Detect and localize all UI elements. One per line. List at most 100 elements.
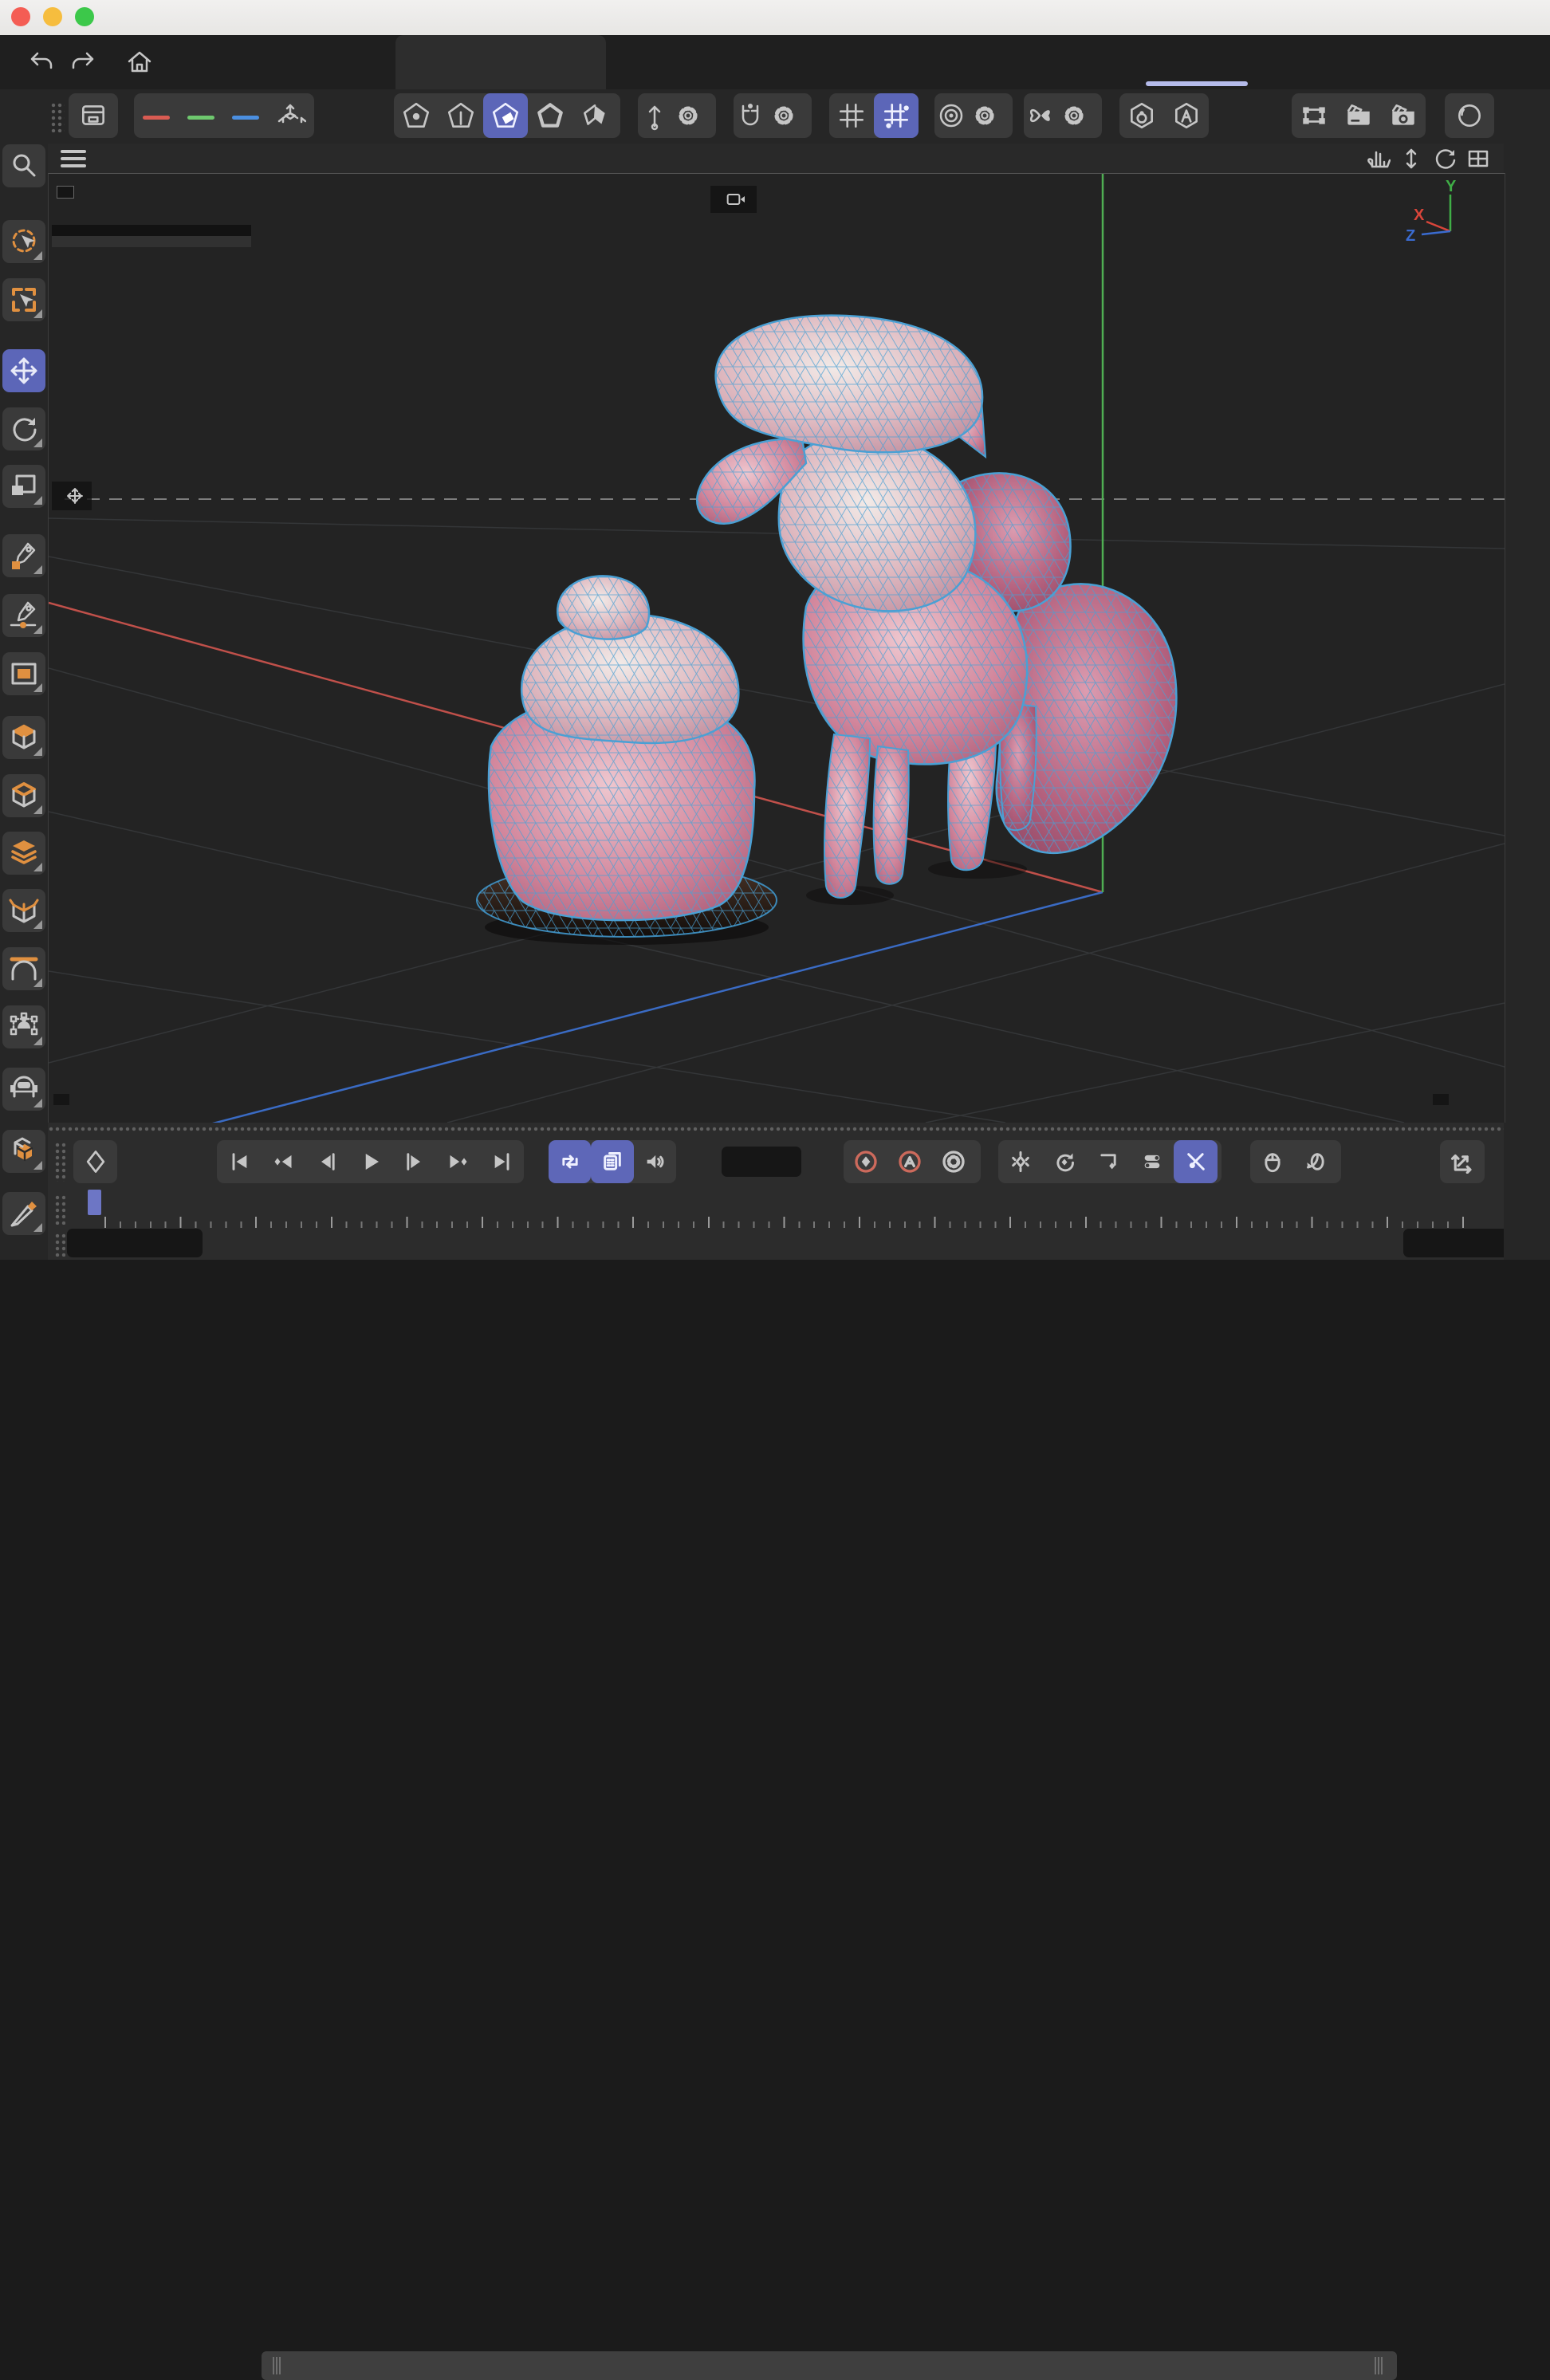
texture-mode-button[interactable] — [572, 93, 617, 138]
open-cube-tool[interactable] — [2, 889, 45, 932]
close-window-button[interactable] — [11, 7, 30, 26]
brush-tool[interactable] — [2, 1068, 45, 1111]
undo-icon[interactable] — [27, 49, 56, 75]
workplane-snap-button[interactable] — [874, 93, 919, 138]
snap-toggle-button[interactable] — [734, 93, 767, 138]
loop-group — [549, 1140, 676, 1183]
move-tool[interactable] — [2, 349, 45, 392]
home-icon[interactable] — [126, 49, 153, 75]
redo-icon[interactable] — [69, 49, 97, 75]
rectangle-selection-tool[interactable] — [2, 278, 45, 321]
snap-settings-button[interactable] — [767, 93, 801, 138]
extrude-tool[interactable] — [2, 716, 45, 759]
pan-hand-icon[interactable] — [1365, 148, 1391, 170]
viewport-3d[interactable]: Y X Z — [48, 173, 1505, 1123]
camera-label[interactable] — [710, 186, 757, 213]
key-parameter-button[interactable] — [1130, 1140, 1174, 1183]
range-left-grip[interactable] — [273, 2357, 281, 2374]
axis-modify-settings-button[interactable] — [671, 93, 705, 138]
save-button[interactable] — [69, 93, 118, 138]
render-view-button[interactable] — [1292, 93, 1336, 138]
axis-lock-x[interactable] — [134, 93, 179, 138]
knife-tool[interactable] — [2, 1192, 45, 1235]
target-button[interactable] — [934, 93, 968, 138]
previous-key-button[interactable] — [261, 1140, 305, 1183]
mouse-orbit-button[interactable] — [1294, 1140, 1338, 1183]
cake-model[interactable] — [477, 576, 777, 937]
point-mode-button[interactable] — [394, 93, 439, 138]
render-sphere-button[interactable] — [1445, 93, 1494, 138]
pen-spline-tool[interactable] — [2, 534, 45, 577]
maximize-view-icon[interactable] — [1465, 148, 1491, 170]
target-settings-button[interactable] — [968, 93, 1001, 138]
rotate-tool[interactable] — [2, 407, 45, 450]
live-selection-tool[interactable] — [2, 220, 45, 263]
axis-lock-z[interactable] — [223, 93, 268, 138]
key-scale-button[interactable] — [1086, 1140, 1130, 1183]
move-icon — [7, 354, 41, 387]
fcurve-button[interactable] — [1440, 1140, 1485, 1183]
render-picture-viewer-button[interactable] — [1336, 93, 1381, 138]
viewport-hamburger-icon[interactable] — [59, 148, 88, 169]
coordinate-system-button[interactable] — [268, 93, 313, 138]
axis-lock-y[interactable] — [179, 93, 223, 138]
mouse-record-button[interactable] — [1250, 1140, 1294, 1183]
render-range-button[interactable] — [591, 1140, 633, 1183]
volume-tool[interactable] — [2, 1130, 45, 1173]
range-right-grip[interactable] — [1375, 2357, 1383, 2374]
snap-magnet-icon — [737, 101, 764, 130]
range-slider[interactable] — [262, 2351, 1397, 2380]
ruler-grip[interactable] — [54, 1194, 65, 1225]
go-to-end-button[interactable] — [480, 1140, 524, 1183]
range-start-field[interactable] — [67, 1229, 203, 1257]
hexagon-auto-button[interactable] — [1164, 93, 1209, 138]
go-to-start-button[interactable] — [217, 1140, 261, 1183]
zoom-window-button[interactable] — [75, 7, 94, 26]
loop-button[interactable] — [549, 1140, 591, 1183]
subdivide-tool[interactable] — [2, 832, 45, 875]
timeline-ruler[interactable] — [69, 1191, 144, 1206]
model-mode-button[interactable] — [528, 93, 572, 138]
scale-tool[interactable] — [2, 465, 45, 508]
search-tool[interactable] — [2, 144, 45, 187]
key-rotation-button[interactable] — [1042, 1140, 1086, 1183]
render-settings-button[interactable] — [1381, 93, 1426, 138]
bridge-tool[interactable] — [2, 947, 45, 990]
previous-frame-button[interactable] — [305, 1140, 348, 1183]
range-grip[interactable] — [54, 1233, 65, 1257]
toolbar-drag-grip[interactable] — [50, 102, 65, 132]
no-keying-button[interactable] — [1174, 1140, 1218, 1183]
polygon-mode-icon — [490, 100, 521, 131]
symmetry-button[interactable] — [1024, 93, 1057, 138]
minimize-window-button[interactable] — [43, 7, 62, 26]
sound-button[interactable] — [634, 1140, 676, 1183]
transport-grip[interactable] — [54, 1142, 65, 1182]
move-updown-icon[interactable] — [1399, 148, 1424, 170]
play-button[interactable] — [348, 1140, 392, 1183]
point-mode-icon — [401, 100, 431, 131]
sketch-spline-tool[interactable] — [2, 594, 45, 637]
keying-settings-button[interactable] — [931, 1140, 975, 1183]
magnet-bell-icon — [7, 1010, 41, 1044]
inner-extrude-tool[interactable] — [2, 774, 45, 817]
hexagon-dot-button[interactable] — [1119, 93, 1164, 138]
keyframe-button[interactable] — [73, 1140, 117, 1183]
polygon-mode-button[interactable] — [483, 93, 528, 138]
keyframe-diamond-icon — [82, 1148, 109, 1175]
grid-snap-button[interactable] — [829, 93, 874, 138]
symmetry-settings-button[interactable] — [1057, 93, 1091, 138]
axis-modify-button[interactable] — [638, 93, 671, 138]
next-frame-button[interactable] — [392, 1140, 436, 1183]
rectangle-primitive-tool[interactable] — [2, 652, 45, 695]
orbit-icon[interactable] — [1432, 148, 1458, 170]
next-key-button[interactable] — [436, 1140, 480, 1183]
edge-mode-button[interactable] — [439, 93, 483, 138]
record-keyframe-button[interactable] — [844, 1140, 887, 1183]
soft-selection-tool[interactable] — [2, 1005, 45, 1048]
current-frame-field[interactable] — [722, 1147, 801, 1177]
key-position-button[interactable] — [998, 1140, 1042, 1183]
timeline-drag-handle[interactable] — [48, 1126, 1504, 1132]
pony-model[interactable] — [697, 316, 1176, 898]
autokey-button[interactable] — [887, 1140, 931, 1183]
view-label[interactable] — [57, 186, 74, 199]
